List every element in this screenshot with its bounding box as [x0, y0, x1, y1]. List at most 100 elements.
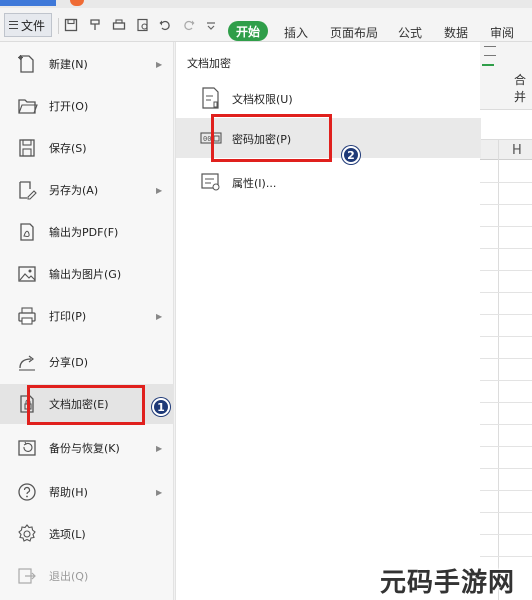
folder-open-icon [16, 95, 38, 117]
row-line [480, 490, 532, 491]
align-icon[interactable] [484, 46, 496, 56]
menu-item-label: 分享(D) [49, 356, 89, 369]
print-preview-icon[interactable] [136, 18, 150, 32]
submenu-item-label: 属性(I)... [232, 177, 277, 190]
submenu-item-label: 文档权限(U) [232, 93, 293, 106]
column-header[interactable]: H [480, 140, 532, 160]
save-icon[interactable] [64, 18, 78, 32]
ribbon-panel: 合并 [480, 42, 532, 110]
toolbar-divider [58, 18, 59, 34]
active-window-tab[interactable] [0, 0, 56, 6]
printer-icon [16, 305, 38, 327]
share-icon [16, 351, 38, 373]
print-icon[interactable] [112, 18, 126, 32]
menu-item-label: 保存(S) [49, 142, 87, 155]
row-line [480, 182, 532, 183]
app-tab-indicator [70, 0, 84, 6]
menu-item-save[interactable]: 保存(S) [0, 128, 174, 168]
menu-item-label: 帮助(H) [49, 486, 88, 499]
formula-bar[interactable] [480, 110, 532, 140]
menu-item-save-as[interactable]: 另存为(A) ▶ [0, 170, 174, 210]
file-menu: 新建(N) ▶ 打开(O) 保存(S) 另存为(A) ▶ 输出为PDF(F) 输… [0, 42, 174, 600]
menu-item-share[interactable]: 分享(D) [0, 342, 174, 382]
chevron-right-icon: ▶ [156, 443, 163, 453]
menu-item-label: 另存为(A) [49, 184, 99, 197]
row-line [480, 446, 532, 447]
row-line [480, 468, 532, 469]
menu-item-exit[interactable]: 退出(Q) [0, 556, 174, 596]
tab-data[interactable]: 数据 [444, 24, 468, 41]
column-h-label: H [512, 143, 522, 158]
tab-page-layout[interactable]: 页面布局 [330, 24, 378, 41]
menu-item-label: 输出为PDF(F) [49, 226, 119, 239]
menu-item-label: 输出为图片(G) [49, 268, 122, 281]
menu-item-export-image[interactable]: 输出为图片(G) [0, 254, 174, 294]
save-icon [16, 137, 38, 159]
row-line [480, 512, 532, 513]
file-menu-button[interactable]: 文件 [4, 13, 52, 37]
hamburger-icon [9, 21, 18, 29]
redo-icon[interactable] [182, 18, 196, 32]
exit-icon [16, 565, 38, 587]
menu-item-label: 退出(Q) [49, 570, 89, 583]
menu-item-label: 备份与恢复(K) [49, 442, 120, 455]
gear-icon [16, 523, 38, 545]
row-line [480, 270, 532, 271]
undo-icon[interactable] [158, 18, 172, 32]
quick-access-dropdown-icon[interactable] [204, 18, 218, 32]
tab-review[interactable]: 审阅 [490, 24, 514, 41]
menu-item-label: 选项(L) [49, 528, 86, 541]
highlight-box-document-encrypt [27, 385, 145, 425]
row-line [480, 336, 532, 337]
format-painter-icon[interactable] [88, 18, 102, 32]
pdf-export-icon [16, 221, 38, 243]
merge-cells-label[interactable]: 合并 [514, 71, 532, 105]
backup-icon [16, 437, 38, 459]
submenu-title: 文档加密 [187, 57, 231, 70]
highlight-box-password-encrypt [211, 114, 332, 162]
help-icon [16, 481, 38, 503]
tab-start[interactable]: 开始 [228, 21, 268, 41]
step-marker-1: 1 [152, 398, 170, 416]
row-line [480, 534, 532, 535]
row-line [480, 556, 532, 557]
menu-item-open[interactable]: 打开(O) [0, 86, 174, 126]
menu-item-options[interactable]: 选项(L) [0, 514, 174, 554]
row-line [480, 314, 532, 315]
row-line [480, 402, 532, 403]
step-marker-2: 2 [342, 146, 360, 164]
chevron-right-icon: ▶ [156, 487, 163, 497]
new-file-icon [16, 53, 38, 75]
save-as-icon [16, 179, 38, 201]
watermark-text: 元码手游网 [380, 568, 516, 598]
ribbon-toolbar: 文件 开始 插入 页面布局 公式 数据 审阅 [0, 8, 532, 42]
row-line [480, 358, 532, 359]
tab-insert[interactable]: 插入 [284, 24, 308, 41]
menu-item-export-pdf[interactable]: 输出为PDF(F) [0, 212, 174, 252]
properties-icon [200, 170, 222, 194]
menu-item-new[interactable]: 新建(N) ▶ [0, 44, 174, 84]
tab-formula[interactable]: 公式 [398, 24, 422, 41]
chevron-right-icon: ▶ [156, 185, 163, 195]
chevron-right-icon: ▶ [156, 311, 163, 321]
window-tab-strip [0, 0, 532, 8]
file-menu-label: 文件 [21, 18, 46, 33]
row-line [480, 380, 532, 381]
ribbon-accent-line [482, 64, 494, 66]
document-permission-icon [200, 86, 222, 110]
menu-item-help[interactable]: 帮助(H) ▶ [0, 472, 174, 512]
menu-item-backup-restore[interactable]: 备份与恢复(K) ▶ [0, 428, 174, 468]
menu-item-label: 打印(P) [49, 310, 87, 323]
submenu-item-document-permission[interactable]: 文档权限(U) [176, 78, 481, 118]
row-line [480, 424, 532, 425]
row-line [480, 226, 532, 227]
submenu-item-properties[interactable]: 属性(I)... [176, 162, 481, 202]
spreadsheet-area: 合并 H [480, 42, 532, 600]
column-divider [498, 140, 499, 600]
chevron-right-icon: ▶ [156, 59, 163, 69]
menu-item-label: 新建(N) [49, 58, 88, 71]
menu-item-label: 打开(O) [49, 100, 89, 113]
image-export-icon [16, 263, 38, 285]
menu-item-print[interactable]: 打印(P) ▶ [0, 296, 174, 336]
row-line [480, 204, 532, 205]
